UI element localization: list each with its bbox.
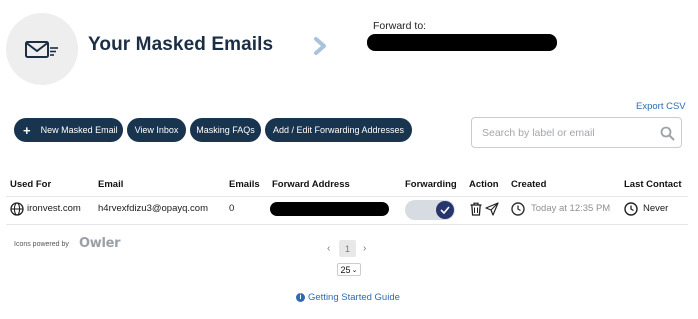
plus-icon: +: [23, 122, 31, 138]
table-divider: [6, 224, 688, 225]
created-cell: Today at 12:35 PM: [531, 203, 611, 214]
getting-started-guide-link[interactable]: i Getting Started Guide: [296, 292, 400, 303]
clock-icon: [624, 202, 638, 216]
forwarding-toggle[interactable]: [405, 200, 455, 220]
toggle-knob: [436, 201, 454, 219]
redacted-forward-address-cell: [270, 202, 389, 216]
getting-started-guide-label: Getting Started Guide: [308, 292, 400, 303]
edit-forwarding-addresses-button[interactable]: Add / Edit Forwarding Addresses: [265, 118, 412, 142]
column-header-forwarding: Forwarding: [405, 179, 457, 190]
clock-icon: [511, 202, 525, 216]
search-box[interactable]: [471, 117, 682, 148]
table-divider: [6, 196, 688, 197]
pager-prev-button[interactable]: ‹: [327, 243, 330, 254]
column-header-action: Action: [469, 179, 499, 190]
info-icon: i: [296, 293, 305, 302]
globe-icon: [10, 202, 24, 216]
chevron-down-icon: ⌄: [351, 266, 358, 274]
current-page-button[interactable]: 1: [339, 240, 356, 257]
export-csv-link[interactable]: Export CSV: [636, 101, 686, 112]
search-icon[interactable]: [660, 126, 675, 141]
column-header-last-contact: Last Contact: [624, 179, 682, 190]
owler-logo: Owler: [79, 236, 121, 251]
column-header-email: Email: [98, 179, 124, 190]
per-page-value: 25: [340, 264, 351, 275]
chevron-right-icon: [314, 37, 326, 55]
per-page-select[interactable]: 25 ⌄: [337, 263, 361, 276]
used-for-cell: ironvest.com: [27, 203, 81, 214]
column-header-used-for: Used For: [10, 179, 52, 190]
masked-email-cell[interactable]: h4rvexfdizu3@opayq.com: [98, 203, 208, 214]
last-contact-cell: Never: [643, 203, 669, 214]
view-inbox-button[interactable]: View Inbox: [127, 118, 186, 142]
send-icon[interactable]: [485, 202, 499, 216]
check-icon: [440, 206, 450, 214]
masking-faqs-button[interactable]: Masking FAQs: [190, 118, 261, 142]
new-masked-email-label: New Masked Email: [40, 125, 118, 135]
page-title: Your Masked Emails: [88, 34, 274, 55]
pager-next-button[interactable]: ›: [363, 243, 366, 254]
column-header-forward-address: Forward Address: [272, 179, 350, 190]
search-input[interactable]: [482, 125, 642, 141]
hero-icon-circle: [6, 13, 78, 85]
emails-count-cell: 0: [229, 203, 235, 214]
column-header-created: Created: [511, 179, 547, 190]
column-header-emails: Emails: [229, 179, 260, 190]
trash-icon[interactable]: [470, 202, 482, 216]
forward-to-label: Forward to:: [373, 20, 427, 32]
new-masked-email-button[interactable]: + New Masked Email: [14, 118, 123, 142]
email-forward-icon: [25, 41, 58, 58]
icons-powered-by-text: Icons powered by: [14, 241, 69, 248]
redacted-forward-address: [367, 34, 557, 51]
